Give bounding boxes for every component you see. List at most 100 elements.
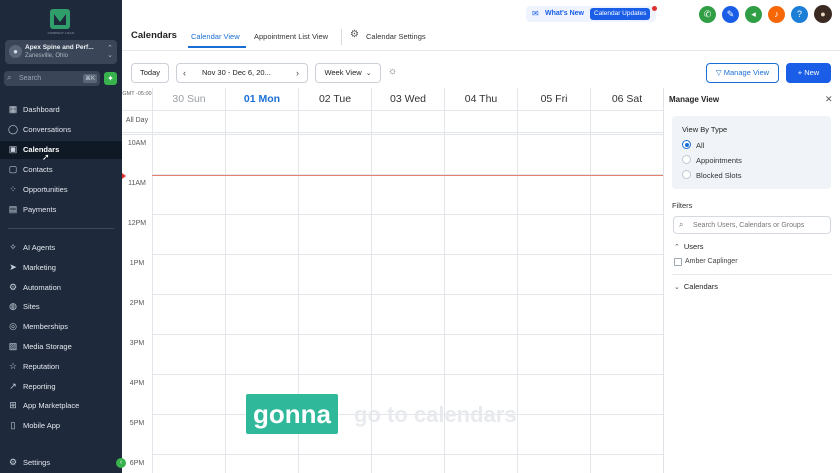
hour-label: 3PM — [129, 340, 145, 347]
current-time-line — [152, 175, 663, 176]
sidebar-item-marketing[interactable]: ➤ Marketing — [0, 259, 122, 277]
radio-blocked-slots[interactable] — [682, 170, 691, 179]
sidebar-item-reporting[interactable]: ↗ Reporting — [0, 378, 122, 396]
header-divider — [341, 29, 342, 45]
sidebar-item-app-marketplace[interactable]: ⊞ App Marketplace — [0, 397, 122, 415]
sidebar-item-mobile-app[interactable]: ▯ Mobile App — [0, 417, 122, 435]
sidebar: COMPANY LOGO ● Apex Spine and Perf... Za… — [0, 0, 126, 473]
quick-action-bolt-icon[interactable]: ✦ — [104, 72, 117, 85]
close-icon[interactable]: ✕ — [825, 94, 833, 105]
bell-icon[interactable]: ♪ — [768, 6, 785, 23]
sidebar-item-payments[interactable]: ▤ Payments — [0, 201, 122, 219]
sidebar-item-calendars[interactable]: ▣ Calendars — [0, 141, 122, 159]
tab-calendar-view[interactable]: Calendar View — [191, 32, 240, 41]
filters-title: Filters — [672, 201, 693, 210]
hour-label: 1PM — [129, 260, 145, 267]
day-header[interactable]: 30 Sun — [152, 88, 225, 110]
date-range-label: Nov 30 - Dec 6, 20... — [202, 68, 271, 77]
radio-appointments[interactable] — [682, 155, 691, 164]
sidebar-item-reputation[interactable]: ☆ Reputation — [0, 358, 122, 376]
sidebar-item-label: App Marketplace — [23, 401, 80, 410]
hour-label: 6PM — [129, 460, 145, 467]
grid-icon: ▦ — [8, 104, 18, 114]
grid-line — [122, 132, 663, 133]
users-section-toggle[interactable]: ⌃ Users — [674, 242, 703, 251]
grid-line — [122, 110, 663, 111]
header-border — [122, 50, 840, 51]
grid-line — [152, 88, 153, 473]
hour-label: 5PM — [129, 420, 145, 427]
sidebar-item-dashboard[interactable]: ▦ Dashboard — [0, 101, 122, 119]
date-range-picker[interactable]: ‹ Nov 30 - Dec 6, 20... › — [176, 63, 308, 83]
sidebar-item-ai-agents[interactable]: ✧ AI Agents — [0, 239, 122, 257]
sidebar-item-settings[interactable]: ⚙ Settings — [0, 454, 122, 472]
megaphone-icon[interactable]: ◂ — [745, 6, 762, 23]
sidebar-item-memberships[interactable]: ◎ Memberships — [0, 318, 122, 336]
automation-icon: ⚙ — [8, 282, 18, 292]
grid-line — [152, 454, 663, 455]
day-header[interactable]: 01 Mon — [225, 88, 298, 110]
sidebar-item-label: Dashboard — [23, 105, 60, 114]
sidebar-item-label: Automation — [23, 283, 61, 292]
filter-search-input[interactable]: ⌕ Search Users, Calendars or Groups — [673, 216, 831, 234]
phone-icon[interactable]: ✆ — [699, 6, 716, 23]
lightbulb-icon[interactable]: ☼ — [388, 66, 397, 77]
apps-icon: ⊞ — [9, 400, 17, 410]
day-header[interactable]: 06 Sat — [590, 88, 663, 110]
grid-line — [122, 134, 663, 135]
sidebar-item-automation[interactable]: ⚙ Automation — [0, 279, 122, 297]
sidebar-item-media-storage[interactable]: ▨ Media Storage — [0, 338, 122, 356]
gear-icon: ⚙ — [8, 457, 18, 467]
filter-search-placeholder: Search Users, Calendars or Groups — [693, 222, 805, 229]
manage-view-button[interactable]: ▽ Manage View — [706, 63, 779, 83]
membership-icon: ◎ — [9, 321, 17, 331]
manage-view-label: Manage View — [723, 68, 770, 77]
search-placeholder: Search — [19, 75, 42, 82]
grid-line — [152, 254, 663, 255]
sidebar-search[interactable]: ⌕ Search ⌘K — [4, 71, 100, 86]
today-button[interactable]: Today — [131, 63, 169, 83]
calendars-section-toggle[interactable]: ⌄ Calendars — [674, 282, 718, 291]
chevron-down-icon: ⌄ — [365, 70, 372, 77]
sidebar-item-sites[interactable]: ◍ Sites — [0, 298, 122, 316]
sidebar-item-contacts[interactable]: ▢ Contacts — [0, 161, 122, 179]
filter-icon: ▽ — [715, 68, 724, 77]
globe-icon: ◍ — [9, 301, 17, 311]
chevron-down-icon: ⌄ — [674, 284, 680, 291]
chat-icon: ◯ — [8, 124, 19, 134]
caption-word: gonna — [246, 394, 338, 434]
whats-new-banner[interactable]: ✉ What's New Calendar Updates — [526, 6, 657, 22]
day-header[interactable]: 05 Fri — [517, 88, 590, 110]
opportunities-icon: ⁘ — [9, 184, 17, 194]
star-icon: ☆ — [8, 361, 18, 371]
user-avatar[interactable]: ● — [814, 5, 832, 23]
sidebar-item-conversations[interactable]: ◯ Conversations — [0, 121, 122, 139]
view-select[interactable]: Week View ⌄ — [315, 63, 381, 83]
company-logo — [50, 9, 70, 29]
user-checkbox[interactable] — [674, 258, 682, 266]
tab-appointment-list-view[interactable]: Appointment List View — [254, 32, 328, 41]
app-root: COMPANY LOGO ● Apex Spine and Perf... Za… — [0, 0, 840, 473]
help-icon[interactable]: ? — [791, 6, 808, 23]
chevron-right-icon[interactable]: › — [296, 64, 299, 82]
sidebar-item-label: Marketing — [23, 263, 56, 272]
calendar-updates-badge[interactable]: Calendar Updates — [590, 8, 651, 20]
radio-all[interactable] — [682, 140, 691, 149]
account-switcher[interactable]: ● Apex Spine and Perf... Zanesville, Ohi… — [5, 40, 117, 64]
day-header[interactable]: 02 Tue — [298, 88, 371, 110]
day-header[interactable]: 03 Wed — [371, 88, 444, 110]
chevron-left-icon[interactable]: ‹ — [183, 64, 186, 82]
tab-calendar-settings[interactable]: Calendar Settings — [366, 32, 426, 41]
mouse-cursor-icon: ➚ — [42, 152, 50, 162]
magic-wand-icon[interactable]: ✎ — [722, 6, 739, 23]
sidebar-item-label: AI Agents — [23, 243, 56, 252]
announcement-icon: ✉ — [532, 9, 539, 18]
sidebar-item-opportunities[interactable]: ⁘ Opportunities — [0, 181, 122, 199]
search-icon: ⌕ — [7, 73, 12, 82]
timezone-label: GMT -05:00 — [122, 91, 152, 97]
day-header[interactable]: 04 Thu — [444, 88, 517, 110]
new-button[interactable]: + New — [786, 63, 831, 83]
view-select-label: Week View — [324, 68, 362, 77]
sidebar-item-label: Settings — [23, 458, 51, 467]
panel-divider — [672, 274, 832, 275]
